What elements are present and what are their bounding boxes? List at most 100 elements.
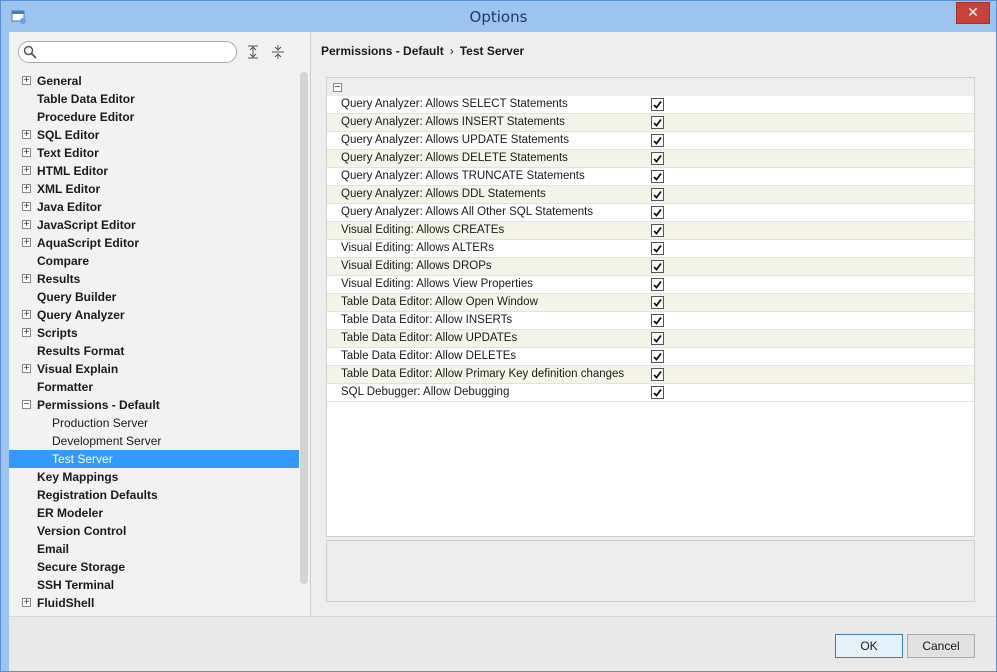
tree-item[interactable]: Query Builder [9, 288, 299, 306]
checkmark-icon [653, 280, 662, 289]
permission-label: Query Analyzer: Allows DDL Statements [341, 188, 546, 200]
tree-item-label: Email [37, 542, 70, 556]
tree-item-label: ER Modeler [37, 506, 104, 520]
tree-item[interactable]: + General [9, 72, 299, 90]
collapse-group-icon[interactable]: − [333, 83, 342, 93]
tree-item[interactable]: + FluidShell [9, 594, 299, 612]
permission-checkbox[interactable] [651, 260, 664, 273]
tree-item[interactable]: + AquaScript Editor [9, 234, 299, 252]
tree-item[interactable]: + XML Editor [9, 180, 299, 198]
expand-icon[interactable]: + [22, 130, 31, 140]
tree-item-label: Results Format [37, 344, 125, 358]
permission-row: Query Analyzer: Allows All Other SQL Sta… [327, 204, 974, 222]
expand-icon[interactable]: + [22, 364, 31, 374]
close-button[interactable]: ✕ [956, 2, 990, 24]
tree-item-label: Results [37, 272, 81, 286]
permission-checkbox[interactable] [651, 224, 664, 237]
permission-row: Table Data Editor: Allow Primary Key def… [327, 366, 974, 384]
permission-checkbox[interactable] [651, 386, 664, 399]
expand-icon[interactable]: + [22, 202, 31, 212]
tree-item-label: Production Server [52, 416, 149, 430]
tree-item[interactable]: Results Format [9, 342, 299, 360]
expand-icon[interactable]: + [22, 220, 31, 230]
tree-item[interactable]: + JavaScript Editor [9, 216, 299, 234]
permission-label: Visual Editing: Allows View Properties [341, 278, 533, 290]
tree-item[interactable]: Test Server [9, 450, 299, 468]
collapse-all-icon[interactable] [270, 44, 286, 60]
expand-icon[interactable]: + [22, 310, 31, 320]
permission-checkbox[interactable] [651, 314, 664, 327]
tree-item[interactable]: Registration Defaults [9, 486, 299, 504]
permission-checkbox[interactable] [651, 296, 664, 309]
tree-item[interactable]: Production Server [9, 414, 299, 432]
tree-item[interactable]: + HTML Editor [9, 162, 299, 180]
search-icon [23, 45, 37, 59]
checkmark-icon [653, 190, 662, 199]
tree-item-label: Compare [37, 254, 90, 268]
expand-icon[interactable]: + [22, 148, 31, 158]
ok-button[interactable]: OK [835, 634, 903, 658]
tree-item[interactable]: + Visual Explain [9, 360, 299, 378]
permission-checkbox[interactable] [651, 152, 664, 165]
tree-item[interactable]: Formatter [9, 378, 299, 396]
tree-item[interactable]: Email [9, 540, 299, 558]
expand-icon[interactable]: + [22, 598, 31, 608]
tree-item[interactable]: Development Server [9, 432, 299, 450]
expand-all-icon[interactable] [245, 44, 261, 60]
tree-scrollbar[interactable] [300, 72, 308, 584]
permission-checkbox[interactable] [651, 206, 664, 219]
checkmark-icon [653, 154, 662, 163]
permission-checkbox[interactable] [651, 242, 664, 255]
checkmark-icon [653, 262, 662, 271]
tree-item[interactable]: Secure Storage [9, 558, 299, 576]
permission-label: Query Analyzer: Allows DELETE Statements [341, 152, 568, 164]
permission-label: Query Analyzer: Allows SELECT Statements [341, 98, 568, 110]
tree-item[interactable]: − Permissions - Default [9, 396, 299, 414]
tree-item[interactable]: Compare [9, 252, 299, 270]
permission-checkbox[interactable] [651, 368, 664, 381]
permission-checkbox[interactable] [651, 98, 664, 111]
expand-icon[interactable]: + [22, 184, 31, 194]
tree-item[interactable]: + Scripts [9, 324, 299, 342]
tree-item-label: Scripts [37, 326, 78, 340]
expand-icon[interactable]: + [22, 166, 31, 176]
tree-item[interactable]: + SQL Editor [9, 126, 299, 144]
permission-checkbox[interactable] [651, 278, 664, 291]
tree-item[interactable]: + Results [9, 270, 299, 288]
tree-item[interactable]: Version Control [9, 522, 299, 540]
button-bar: OK Cancel [9, 616, 996, 671]
expand-icon[interactable]: + [22, 238, 31, 248]
tree-item[interactable]: + Java Editor [9, 198, 299, 216]
checkmark-icon [653, 172, 662, 181]
collapse-icon[interactable]: − [22, 400, 31, 410]
search-input[interactable] [18, 41, 237, 63]
permission-checkbox[interactable] [651, 116, 664, 129]
checkmark-icon [653, 316, 662, 325]
tree-item[interactable]: Procedure Editor [9, 108, 299, 126]
permission-row: Visual Editing: Allows View Properties [327, 276, 974, 294]
permission-label: Visual Editing: Allows CREATEs [341, 224, 505, 236]
tree-item-label: Version Control [37, 524, 127, 538]
tree-item-label: XML Editor [37, 182, 101, 196]
expand-icon[interactable]: + [22, 274, 31, 284]
expand-icon[interactable]: + [22, 328, 31, 338]
permission-checkbox[interactable] [651, 188, 664, 201]
cancel-button[interactable]: Cancel [907, 634, 975, 658]
tree-item[interactable]: Table Data Editor [9, 90, 299, 108]
permission-row: Query Analyzer: Allows UPDATE Statements [327, 132, 974, 150]
permission-checkbox[interactable] [651, 134, 664, 147]
title-bar[interactable]: Options ✕ [1, 1, 996, 32]
permission-row: Visual Editing: Allows DROPs [327, 258, 974, 276]
expand-icon[interactable]: + [22, 76, 31, 86]
permission-checkbox[interactable] [651, 332, 664, 345]
tree-item[interactable]: SSH Terminal [9, 576, 299, 594]
tree-item[interactable]: + Text Editor [9, 144, 299, 162]
checkmark-icon [653, 226, 662, 235]
tree-item[interactable]: Key Mappings [9, 468, 299, 486]
permission-checkbox[interactable] [651, 170, 664, 183]
permission-checkbox[interactable] [651, 350, 664, 363]
grid-group-header: − [327, 78, 974, 96]
tree-item[interactable]: + Query Analyzer [9, 306, 299, 324]
window-title: Options [469, 8, 528, 26]
tree-item[interactable]: ER Modeler [9, 504, 299, 522]
